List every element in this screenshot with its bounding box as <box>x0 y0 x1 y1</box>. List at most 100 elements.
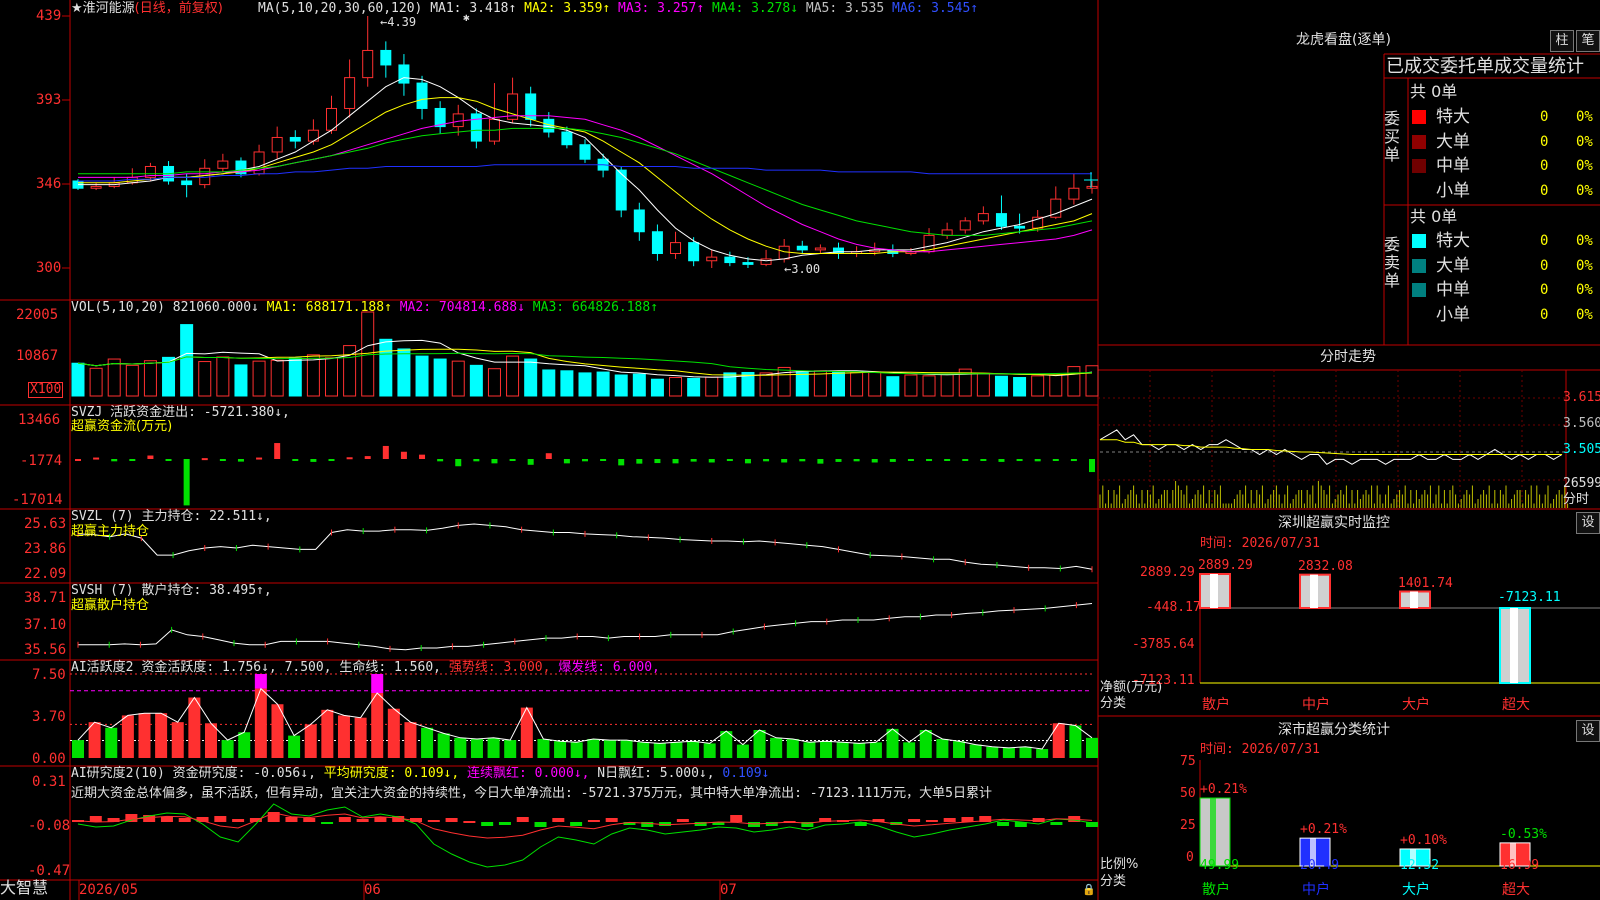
realtime-category-label: 中户 <box>1302 697 1330 713</box>
realtime-bar-value: 1401.74 <box>1398 575 1453 591</box>
research-avg-line <box>77 812 1093 839</box>
tick-view-button[interactable]: 笔 <box>1576 30 1600 52</box>
candle <box>959 220 971 231</box>
research-bar <box>730 815 743 822</box>
category-label: 超大 <box>1502 882 1530 898</box>
research-bar <box>587 820 600 822</box>
kline-y-label: 393 <box>36 92 62 108</box>
ai-continuous-red: 连续飘红: 0.000↓, <box>467 766 590 781</box>
volume-bar <box>1067 366 1081 397</box>
category-value: 12.52 <box>1400 858 1440 873</box>
fund-flow-bar <box>944 459 951 461</box>
activity-bar <box>1036 749 1049 758</box>
volume-ma-line <box>77 348 1093 376</box>
category-time: 时间: 2026/07/31 <box>1200 742 1320 757</box>
fund-flow-bar <box>219 459 226 461</box>
lock-icon[interactable]: 🔒 <box>1082 882 1096 898</box>
order-percent: 0% <box>1576 109 1593 125</box>
research-bar <box>997 822 1010 826</box>
research-bar <box>232 819 245 822</box>
candle <box>995 213 1007 227</box>
svzl-title: SVZL (7) 主力持仓: 22.511↓, <box>71 509 272 524</box>
activity-bar <box>903 742 916 758</box>
candle <box>742 262 754 265</box>
candle <box>615 169 627 211</box>
order-size-label: 特大 <box>1436 107 1470 127</box>
order-size-swatch <box>1412 134 1426 149</box>
favorite-star-icon[interactable]: ★ <box>71 1 83 16</box>
ma2-value: MA2: 3.359↑ <box>524 1 611 16</box>
fund-flow-bar <box>654 459 661 464</box>
vol-title: VOL(5,10,20) <box>71 300 165 315</box>
volume-bar <box>397 348 411 397</box>
fund-flow-bar <box>636 459 643 464</box>
volume-bar <box>234 364 248 397</box>
fund-flow-bar <box>256 457 263 460</box>
fund-flow-bar <box>799 459 806 462</box>
order-size-swatch <box>1412 234 1426 248</box>
candle <box>289 136 301 142</box>
volume-bar <box>650 378 664 397</box>
volume-bar <box>940 374 954 397</box>
category-settings-button[interactable]: 设 <box>1576 720 1600 742</box>
research-bar <box>303 818 316 822</box>
order-size-label: 大单 <box>1436 131 1470 152</box>
fund-flow-bar <box>690 459 697 462</box>
activity-bar <box>155 713 168 758</box>
activity-bar <box>653 743 666 758</box>
svsh-y-label: 35.56 <box>24 642 67 658</box>
vol-legend: VOL(5,10,20) 821060.000↓ MA1: 688171.188… <box>71 300 658 316</box>
svzj-y-label: -17014 <box>12 492 63 508</box>
candle <box>416 82 428 109</box>
kline-y-label: 439 <box>36 8 62 24</box>
period-label[interactable]: (日线，前复权) <box>135 1 223 16</box>
fund-flow-bar <box>111 459 118 462</box>
realtime-settings-button[interactable]: 设 <box>1576 512 1600 534</box>
order-percent: 0% <box>1576 133 1593 150</box>
chart-canvas[interactable] <box>0 0 1600 900</box>
activity-bar <box>1002 747 1015 758</box>
volume-bar <box>89 367 103 397</box>
volume-bar <box>777 366 791 397</box>
volume-bar <box>288 357 302 397</box>
volume-bar <box>1049 374 1063 397</box>
activity-bar <box>288 735 301 758</box>
candle <box>760 258 772 265</box>
ai-burst-line: 爆发线: 6.000, <box>558 660 660 675</box>
fund-flow-bar <box>563 459 570 464</box>
volume-bar <box>1031 375 1045 397</box>
svzl-y-label: 22.09 <box>24 566 67 582</box>
research-bar <box>516 817 529 822</box>
vol-unit-button[interactable]: X100 <box>28 382 64 398</box>
ma3-line <box>78 115 1093 253</box>
volume-bar <box>687 377 701 397</box>
volume-bar <box>162 356 176 397</box>
activity-bar <box>736 744 749 758</box>
activity-bar <box>421 727 434 758</box>
activity-bar <box>487 737 500 758</box>
volume-bar <box>325 357 338 397</box>
activity-bar <box>836 742 849 758</box>
vol-ma2: MA2: 704814.688↓ <box>399 300 525 315</box>
lhb-title: 龙虎看盘(逐单) <box>1296 32 1391 48</box>
svsh-y-label: 37.10 <box>24 617 67 633</box>
volume-bar <box>976 372 990 397</box>
volume-bar <box>180 324 194 397</box>
research-bar <box>338 817 351 822</box>
candle <box>90 185 102 189</box>
volume-bar <box>125 364 139 397</box>
fund-flow-bar <box>1089 459 1095 473</box>
column-view-button[interactable]: 柱 <box>1550 30 1574 52</box>
candle <box>796 245 808 251</box>
research-bar <box>605 818 618 822</box>
volume-bar <box>578 372 592 397</box>
research-line <box>77 803 1093 868</box>
candle <box>724 256 736 264</box>
fund-flow-bar <box>600 459 607 461</box>
volume-bar <box>705 376 719 397</box>
order-count: 0 <box>1540 282 1549 298</box>
ai-active-title: AI活跃度2 <box>71 660 134 675</box>
fund-flow-bar <box>419 454 426 459</box>
volume-bar <box>632 373 646 397</box>
fund-flow-bar <box>183 459 190 506</box>
